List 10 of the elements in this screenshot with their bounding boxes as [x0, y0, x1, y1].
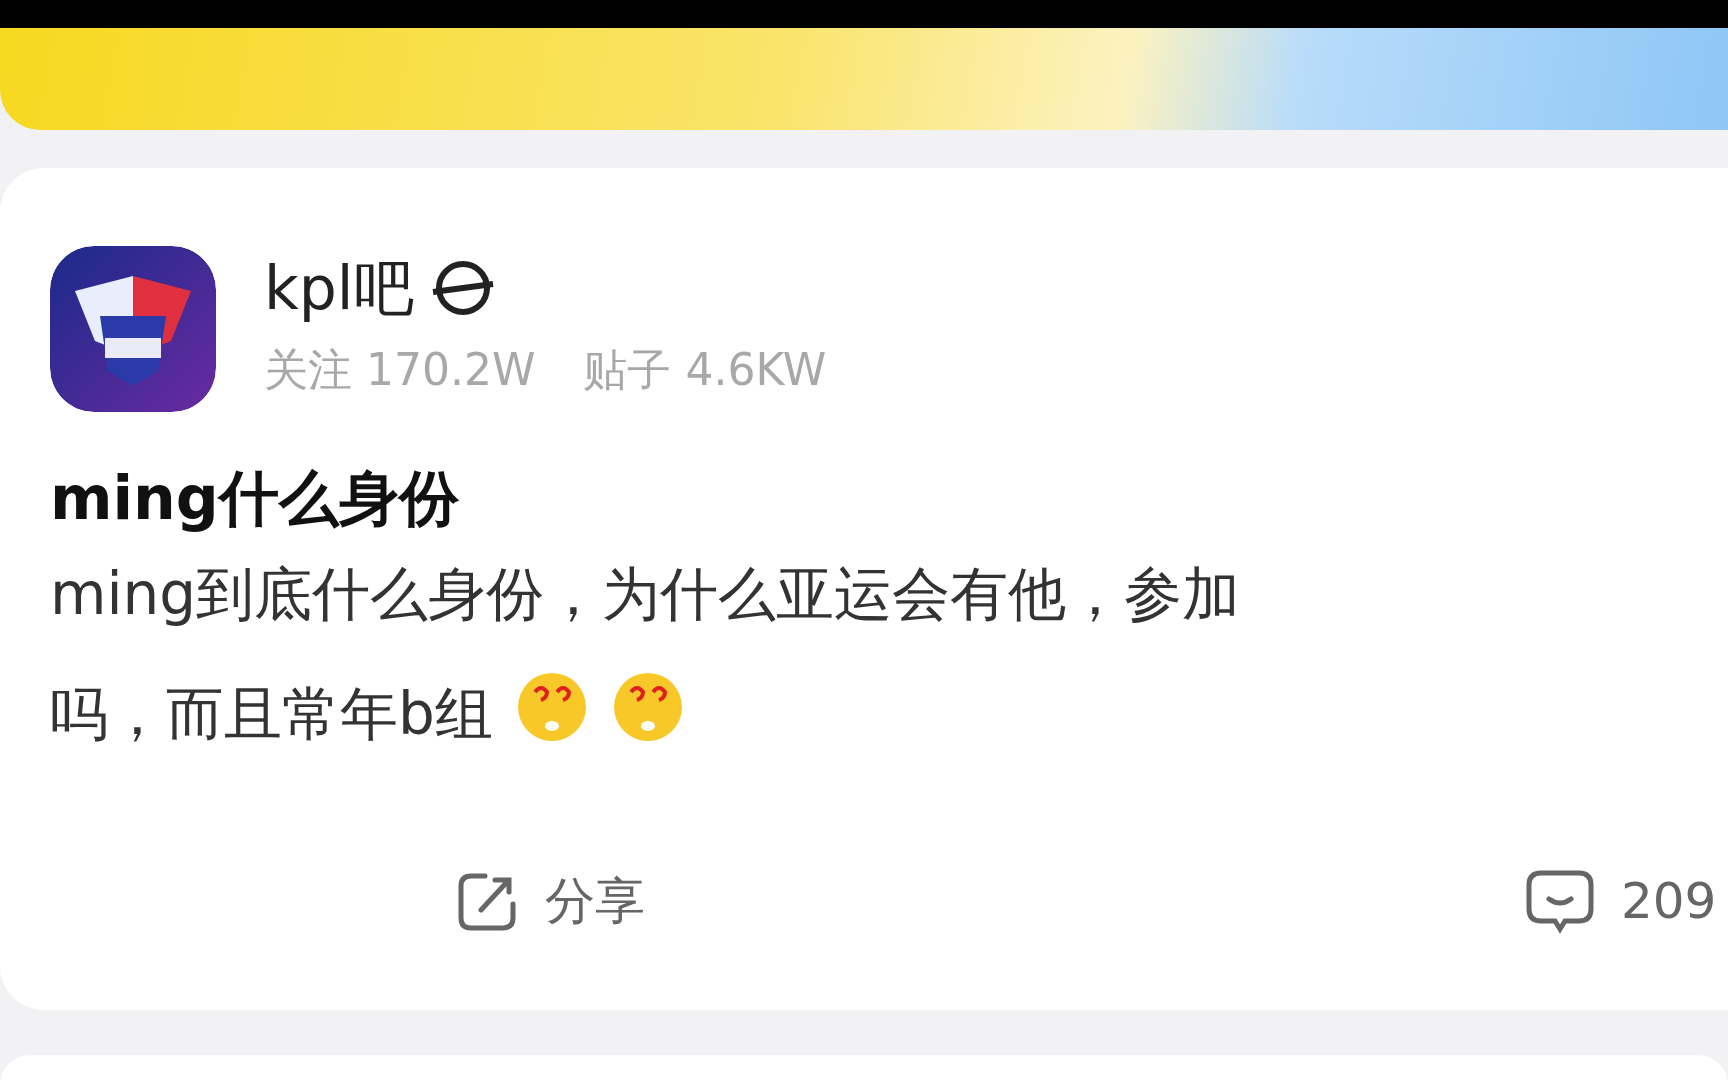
forum-avatar[interactable]: [50, 246, 216, 412]
forum-stat: 贴子 4.6KW: [583, 343, 827, 397]
post-title[interactable]: ming什么身份: [50, 462, 1728, 534]
post-text-line: 吗，而且常年b组: [50, 680, 493, 748]
comment-icon: [1525, 868, 1595, 935]
forum-name[interactable]: kpl吧: [264, 255, 414, 321]
share-button[interactable]: 分享: [455, 864, 645, 939]
post-text-line: ming到底什么身份，为什么亚运会有他，参加: [50, 560, 1241, 628]
forum-stat: 关注 170.2W: [264, 343, 536, 397]
comment-button[interactable]: 209: [1525, 864, 1717, 939]
